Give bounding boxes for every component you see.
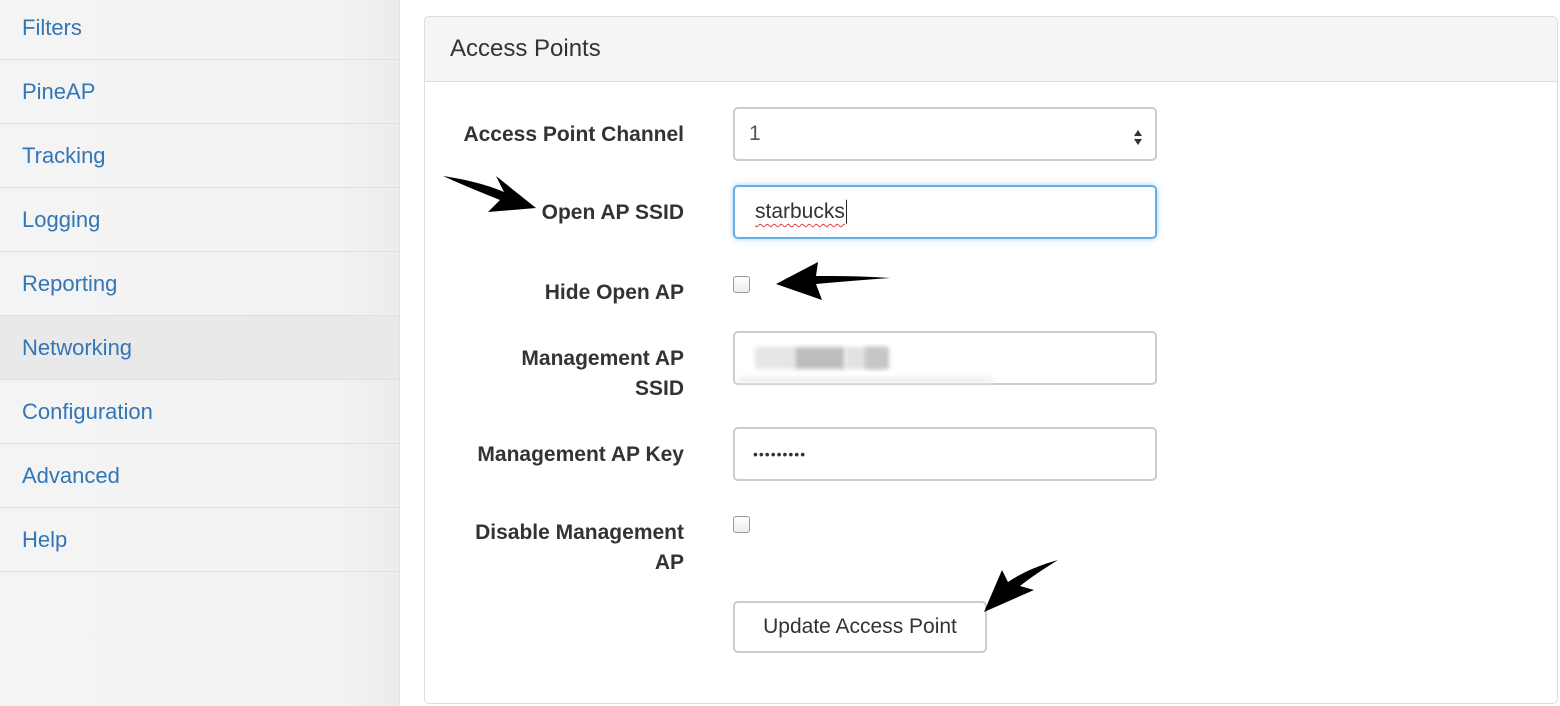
sidebar-item-label: PineAP	[22, 78, 96, 104]
open-ssid-value: starbucks	[755, 199, 845, 223]
redacted-block	[795, 347, 845, 369]
sidebar-item-label: Networking	[22, 334, 133, 360]
disable-mgmt-label-line2: AP	[654, 551, 684, 574]
annotation-arrow-icon	[776, 262, 890, 300]
disable-mgmt-label: Disable Management AP	[475, 518, 684, 578]
sidebar-item-label: Advanced	[22, 462, 120, 488]
mgmt-ssid-label: Management AP SSID	[521, 344, 684, 404]
sidebar-item-configuration[interactable]: Configuration	[0, 380, 399, 444]
channel-label: Access Point Channel	[463, 123, 684, 146]
sidebar-item-label: Logging	[22, 206, 101, 232]
panel-header: Access Points	[425, 17, 1557, 82]
redacted-block	[737, 377, 993, 383]
sidebar-item-filters[interactable]: Filters	[0, 0, 399, 60]
hide-open-ap-label: Hide Open AP	[544, 281, 684, 304]
sidebar-item-advanced[interactable]: Advanced	[0, 444, 399, 508]
mgmt-ssid-label-line2: SSID	[634, 377, 684, 400]
update-access-point-button[interactable]: Update Access Point	[733, 601, 987, 653]
mgmt-key-input[interactable]: •••••••••	[733, 427, 1157, 481]
sidebar-item-tracking[interactable]: Tracking	[0, 124, 399, 188]
sidebar-item-pineap[interactable]: PineAP	[0, 60, 399, 124]
mgmt-ssid-label-line1: Management AP	[521, 347, 684, 370]
sidebar-item-label: Filters	[22, 14, 82, 40]
panel-title: Access Points	[450, 35, 601, 62]
open-ssid-input[interactable]: starbucks	[733, 185, 1157, 239]
mgmt-ssid-input[interactable]	[733, 331, 1157, 385]
sidebar-item-networking[interactable]: Networking	[0, 316, 399, 380]
hide-open-ap-checkbox[interactable]	[733, 276, 750, 293]
update-button-label: Update Access Point	[763, 615, 957, 638]
channel-value: 1	[749, 122, 761, 145]
mgmt-key-label: Management AP Key	[477, 443, 684, 466]
redacted-block	[865, 347, 889, 369]
channel-select[interactable]: 1	[733, 107, 1157, 161]
redacted-block	[755, 347, 795, 369]
sidebar-item-label: Reporting	[22, 270, 118, 296]
sidebar-item-logging[interactable]: Logging	[0, 188, 399, 252]
select-chevron-icon	[1134, 130, 1142, 145]
disable-mgmt-checkbox[interactable]	[733, 516, 750, 533]
sidebar-item-reporting[interactable]: Reporting	[0, 252, 399, 316]
sidebar-item-label: Tracking	[22, 142, 106, 168]
annotation-arrow-icon	[984, 560, 1058, 612]
sidebar-item-label: Configuration	[22, 398, 153, 424]
annotation-arrow-icon	[443, 176, 536, 212]
sidebar-item-label: Help	[22, 526, 68, 552]
open-ssid-label: Open AP SSID	[541, 201, 684, 224]
disable-mgmt-label-line1: Disable Management	[475, 521, 684, 544]
text-cursor	[845, 200, 847, 225]
sidebar-nav: Filters PineAP Tracking Logging Reportin…	[0, 0, 400, 706]
mgmt-key-value: •••••••••	[753, 446, 807, 462]
sidebar-item-help[interactable]: Help	[0, 508, 399, 572]
